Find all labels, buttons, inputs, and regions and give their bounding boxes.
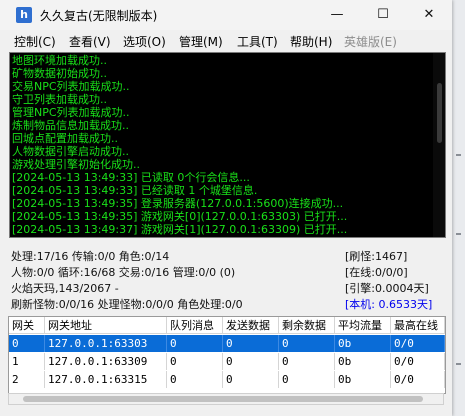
- column-header[interactable]: 发送数据: [223, 317, 279, 334]
- column-header[interactable]: 剩余数据: [279, 317, 335, 334]
- table-cell: 2: [9, 371, 45, 388]
- column-header[interactable]: 网关地址: [45, 317, 167, 334]
- log-line: [2024-05-13 13:49:35] 登录服务器(127.0.0.1:56…: [12, 197, 344, 210]
- log-line: 矿物数据初始成功..: [12, 67, 107, 80]
- table-horizontal-scrollbar[interactable]: [8, 393, 444, 405]
- table-cell: 0: [167, 371, 223, 388]
- gateway-table[interactable]: 网关 网关地址 队列消息 发送数据 剩余数据 平均流量 最高在线 0 127.0…: [8, 316, 446, 394]
- menu-view[interactable]: 查看(V): [69, 33, 111, 50]
- desktop-icon-mark: [456, 363, 461, 365]
- table-cell: 0: [167, 335, 223, 352]
- window-title: 久久复古(无限制版本): [40, 9, 158, 23]
- log-line: [2024-05-13 13:49:37] 游戏网关[1](127.0.0.1:…: [12, 223, 348, 236]
- status-panel: 处理:17/16 传输:0/0 角色:0/14 人物:0/0 循环:16/68 …: [0, 240, 452, 311]
- title-bar[interactable]: h 久久复古(无限制版本) — ☐ ✕: [0, 0, 452, 30]
- stat-online: [在线:0/0/0]: [345, 266, 408, 279]
- log-line: 游戏处理引擎初始化成功..: [12, 158, 140, 171]
- log-scroll-thumb[interactable]: [437, 83, 442, 143]
- log-line: 管理NPC列表加载成功..: [12, 106, 130, 119]
- table-cell: 127.0.0.1:63303: [45, 335, 167, 352]
- log-line: [2024-05-13 13:49:35] 游戏网关[0](127.0.0.1:…: [12, 210, 348, 223]
- stat-spawn: [刷怪:1467]: [345, 250, 408, 263]
- table-cell: 0/0: [391, 371, 445, 388]
- table-cell: 0b: [335, 371, 391, 388]
- table-row[interactable]: 2 127.0.0.1:63315 0 0 0 0b 0/0: [9, 371, 445, 388]
- table-cell: 0: [279, 371, 335, 388]
- table-cell: 0: [223, 335, 279, 352]
- log-scrollbar[interactable]: [433, 53, 445, 237]
- menu-manage[interactable]: 管理(M): [179, 33, 223, 50]
- column-header[interactable]: 队列消息: [167, 317, 223, 334]
- column-header[interactable]: 平均流量: [335, 317, 391, 334]
- menu-tools[interactable]: 工具(T): [237, 33, 278, 50]
- log-line: 炼制物品信息加载成功..: [12, 119, 129, 132]
- stat-processing: 处理:17/16 传输:0/0 角色:0/14: [11, 250, 170, 263]
- table-row[interactable]: 1 127.0.0.1:63309 0 0 0 0b 0/0: [9, 353, 445, 370]
- table-cell: 0: [223, 371, 279, 388]
- stat-refresh: 刷新怪物:0/0/16 处理怪物:0/0/0 角色处理:0/0: [11, 298, 243, 311]
- table-cell: 0: [279, 335, 335, 352]
- minimize-button[interactable]: —: [314, 0, 360, 30]
- table-cell: 0b: [335, 335, 391, 352]
- log-line: [2024-05-13 13:49:33] 已读取 0个行会信息...: [12, 171, 250, 184]
- maximize-button[interactable]: ☐: [360, 0, 406, 30]
- menu-help[interactable]: 帮助(H): [290, 33, 332, 50]
- stat-monster: 火焰天玛,143/2067 -: [11, 282, 119, 295]
- table-cell: 0: [167, 353, 223, 370]
- menu-hero-edition: 英雄版(E): [344, 35, 397, 49]
- table-cell: 1: [9, 353, 45, 370]
- app-icon: h: [16, 7, 32, 23]
- log-console[interactable]: 地图环境加载成功.. 矿物数据初始成功.. 交易NPC列表加载成功.. 守卫列表…: [9, 52, 446, 238]
- table-cell: 0/0: [391, 335, 445, 352]
- log-line: 交易NPC列表加载成功..: [12, 80, 130, 93]
- app-window: h 久久复古(无限制版本) — ☐ ✕ 控制(C) 查看(V) 选项(O) 管理…: [0, 0, 452, 416]
- table-row[interactable]: 0 127.0.0.1:63303 0 0 0 0b 0/0: [9, 335, 445, 352]
- stat-players: 人物:0/0 循环:16/68 交易:0/16 管理:0/0 (0): [11, 266, 236, 279]
- menu-options[interactable]: 选项(O): [123, 33, 166, 50]
- column-header[interactable]: 网关: [9, 317, 45, 334]
- table-cell: 0/0: [391, 353, 445, 370]
- table-cell: 0b: [335, 353, 391, 370]
- desktop-icon-mark: [456, 233, 461, 235]
- close-button[interactable]: ✕: [406, 0, 452, 30]
- table-cell: 127.0.0.1:63315: [45, 371, 167, 388]
- table-cell: 0: [223, 353, 279, 370]
- stat-local: [本机: 0.6533天]: [345, 298, 433, 311]
- table-scroll-thumb[interactable]: [23, 396, 423, 402]
- menu-bar: 控制(C) 查看(V) 选项(O) 管理(M) 工具(T) 帮助(H) 英雄版(…: [0, 30, 452, 51]
- table-cell: 0: [9, 335, 45, 352]
- log-line: 守卫列表加载成功..: [12, 93, 107, 106]
- table-cell: 0: [279, 353, 335, 370]
- log-line: [2024-05-13 13:49:33] 已经读取 1 个城堡信息.: [12, 184, 258, 197]
- log-line: 回城点配置加载成功..: [12, 132, 118, 145]
- log-line: 地图环境加载成功..: [12, 54, 107, 67]
- table-cell: 127.0.0.1:63309: [45, 353, 167, 370]
- menu-control[interactable]: 控制(C): [14, 33, 56, 50]
- stat-engine: [引擎:0.0004天]: [345, 282, 429, 295]
- desktop-icon-mark: [456, 154, 461, 156]
- desktop-background: [452, 0, 465, 416]
- column-header[interactable]: 最高在线: [391, 317, 445, 334]
- log-line: 人物数据引擎启动成功..: [12, 145, 129, 158]
